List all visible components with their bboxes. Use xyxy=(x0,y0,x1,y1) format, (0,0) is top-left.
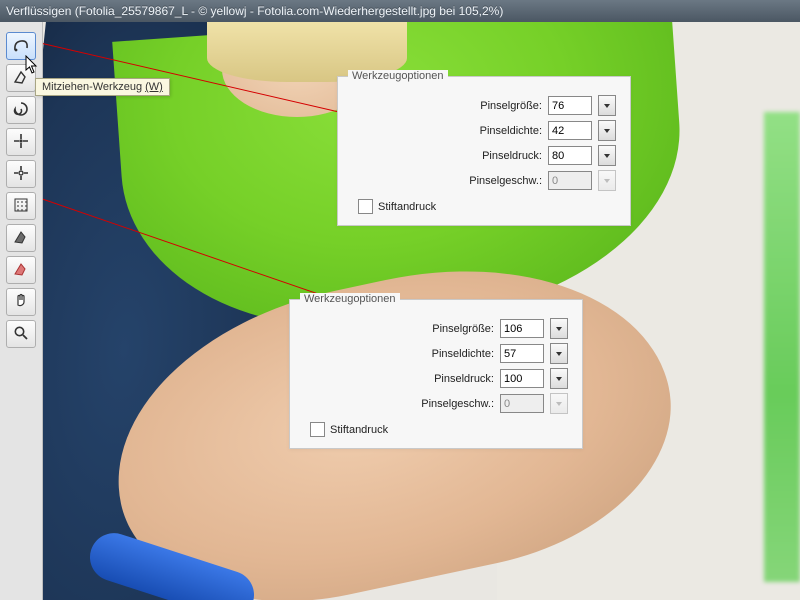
warp-icon xyxy=(12,36,30,57)
bloat-tool[interactable] xyxy=(6,160,36,188)
brush-size-input[interactable] xyxy=(500,319,544,338)
brush-size-input[interactable] xyxy=(548,96,592,115)
stylus-pressure-label: Stiftandruck xyxy=(330,424,388,436)
brush-rate-label: Pinselgeschw.: xyxy=(421,398,494,410)
brush-rate-dropdown xyxy=(550,393,568,414)
brush-pressure-label: Pinseldruck: xyxy=(482,150,542,162)
brush-density-input[interactable] xyxy=(500,344,544,363)
forward-warp-tool[interactable] xyxy=(6,32,36,60)
brush-density-input[interactable] xyxy=(548,121,592,140)
brush-rate-input xyxy=(500,394,544,413)
workspace: Mitziehen-Werkzeug (W) Werkzeugoptionen … xyxy=(0,22,800,600)
pucker-icon xyxy=(12,132,30,153)
brush-density-dropdown[interactable] xyxy=(550,343,568,364)
restore-icon xyxy=(12,68,30,89)
tooltip-text: Mitziehen-Werkzeug xyxy=(42,81,145,93)
thaw-icon xyxy=(12,260,30,281)
stylus-pressure-checkbox[interactable] xyxy=(310,422,325,437)
twirl-icon xyxy=(12,100,30,121)
tool-options-panel-1: Werkzeugoptionen Pinselgröße: Pinseldich… xyxy=(337,76,631,226)
brush-pressure-label: Pinseldruck: xyxy=(434,373,494,385)
brush-size-dropdown[interactable] xyxy=(550,318,568,339)
brush-density-label: Pinseldichte: xyxy=(432,348,494,360)
thaw-mask-tool[interactable] xyxy=(6,256,36,284)
brush-density-dropdown[interactable] xyxy=(598,120,616,141)
brush-pressure-input[interactable] xyxy=(548,146,592,165)
panel-title: Werkzeugoptionen xyxy=(348,70,448,82)
brush-rate-input xyxy=(548,171,592,190)
freeze-icon xyxy=(12,228,30,249)
brush-size-label: Pinselgröße: xyxy=(480,100,542,112)
tool-options-panel-2: Werkzeugoptionen Pinselgröße: Pinseldich… xyxy=(289,299,583,449)
push-icon xyxy=(12,196,30,217)
stylus-pressure-label: Stiftandruck xyxy=(378,201,436,213)
hand-icon xyxy=(12,292,30,313)
zoom-tool[interactable] xyxy=(6,320,36,348)
titlebar: Verflüssigen (Fotolia_25579867_L - © yel… xyxy=(0,0,800,23)
freeze-mask-tool[interactable] xyxy=(6,224,36,252)
hand-tool[interactable] xyxy=(6,288,36,316)
brush-size-dropdown[interactable] xyxy=(598,95,616,116)
zoom-icon xyxy=(12,324,30,345)
brush-size-label: Pinselgröße: xyxy=(432,323,494,335)
brush-rate-dropdown xyxy=(598,170,616,191)
reconstruct-tool[interactable] xyxy=(6,64,36,92)
tool-tooltip: Mitziehen-Werkzeug (W) xyxy=(35,78,170,96)
brush-pressure-dropdown[interactable] xyxy=(550,368,568,389)
brush-pressure-input[interactable] xyxy=(500,369,544,388)
pucker-tool[interactable] xyxy=(6,128,36,156)
tooltip-shortcut: (W) xyxy=(145,81,163,93)
twirl-tool[interactable] xyxy=(6,96,36,124)
bloat-icon xyxy=(12,164,30,185)
brush-density-label: Pinseldichte: xyxy=(480,125,542,137)
brush-pressure-dropdown[interactable] xyxy=(598,145,616,166)
toolbar xyxy=(0,22,43,600)
push-left-tool[interactable] xyxy=(6,192,36,220)
brush-rate-label: Pinselgeschw.: xyxy=(469,175,542,187)
stylus-pressure-checkbox[interactable] xyxy=(358,199,373,214)
panel-title: Werkzeugoptionen xyxy=(300,293,400,305)
